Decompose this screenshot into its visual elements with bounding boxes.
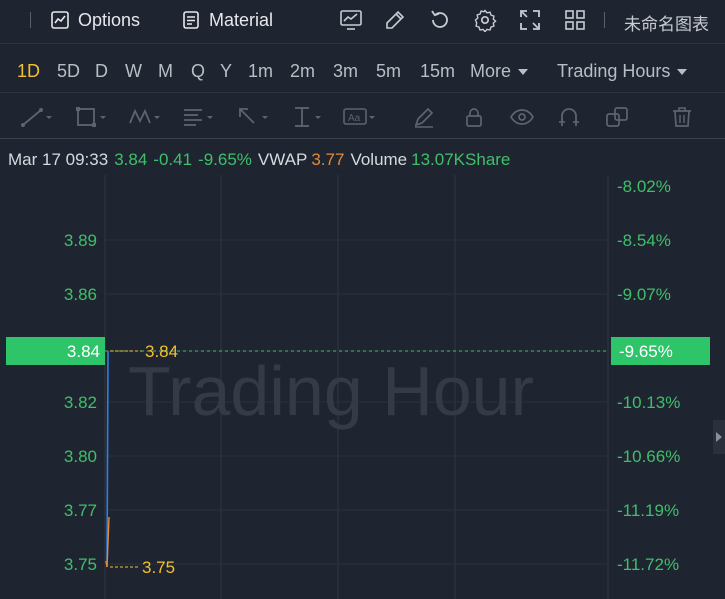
- expand-panel-handle[interactable]: [713, 420, 725, 454]
- top-toolbar: Options Material 未命名图表: [0, 0, 725, 44]
- y-axis-tick-label: 3.75: [64, 555, 97, 574]
- vwap-value: 3.77: [311, 150, 345, 169]
- y-axis-tick-label: 3.82: [64, 393, 97, 412]
- layout-grid-icon[interactable]: [563, 8, 587, 32]
- magnet-icon[interactable]: [557, 105, 581, 129]
- trading-hour-watermark: Trading Hour: [128, 352, 534, 430]
- interval-year[interactable]: Y: [220, 61, 232, 82]
- pencil-icon[interactable]: [412, 105, 436, 129]
- options-label: Options: [78, 9, 141, 30]
- options-chart-icon: [51, 11, 69, 29]
- chevron-down-icon: [518, 68, 529, 75]
- settings-gear-icon[interactable]: [473, 8, 497, 32]
- interval-quarter[interactable]: Q: [191, 61, 205, 82]
- y2-axis-tick-label: -11.72%: [617, 555, 679, 574]
- svg-text:Aa: Aa: [348, 113, 361, 124]
- current-price-badge-label: 3.84: [67, 342, 100, 361]
- lock-icon[interactable]: [462, 105, 486, 129]
- fibonacci-tool-icon[interactable]: [182, 105, 216, 129]
- layers-icon[interactable]: [605, 105, 629, 129]
- more-label: More: [470, 61, 512, 81]
- fullscreen-icon[interactable]: [518, 8, 542, 32]
- text-tool-icon[interactable]: Aa: [343, 105, 377, 129]
- more-intervals-dropdown[interactable]: More: [470, 61, 529, 82]
- quote-datetime: Mar 17 09:33: [8, 150, 109, 169]
- low-marker-label: 3.75: [142, 558, 175, 577]
- chart-template-name[interactable]: 未命名图表: [624, 10, 709, 35]
- drawing-toolbar: Aa: [0, 95, 725, 139]
- current-percent-badge-label: -9.65%: [619, 342, 673, 361]
- quote-change: -0.41: [153, 150, 193, 169]
- options-button[interactable]: Options: [50, 8, 140, 32]
- interval-1m[interactable]: 1m: [248, 61, 273, 82]
- trading-hours-label: Trading Hours: [557, 61, 671, 81]
- interval-5d[interactable]: 5D: [57, 61, 80, 82]
- interval-2m[interactable]: 2m: [290, 61, 315, 82]
- document-icon: [183, 11, 199, 29]
- quote-info-line: Mar 17 09:33 3.84 -0.41 -9.65% VWAP 3.77 Volum…: [8, 150, 516, 170]
- indicator-icon[interactable]: [339, 8, 363, 32]
- trading-hours-dropdown[interactable]: Trading Hours: [557, 61, 688, 82]
- y2-axis-tick-label: -11.19%: [617, 501, 679, 520]
- material-button[interactable]: Material: [181, 8, 273, 32]
- quote-change-percent: -9.65%: [198, 150, 252, 169]
- interval-week[interactable]: W: [125, 61, 142, 82]
- chart-canvas[interactable]: Trading Hour 3.89 3.86 3.82 3.80 3.77 3.75 3.8…: [0, 175, 725, 599]
- interval-bar: 1D 5D D W M Q Y 1m 2m 3m 5m 15m More Tra…: [0, 49, 725, 93]
- volume-label: Volume: [350, 150, 408, 169]
- measure-tool-icon[interactable]: [291, 105, 325, 129]
- trash-icon[interactable]: [670, 105, 694, 129]
- interval-day[interactable]: D: [95, 61, 108, 82]
- rectangle-tool-icon[interactable]: [75, 105, 109, 129]
- y2-axis-tick-label: -8.54%: [617, 231, 671, 250]
- interval-month[interactable]: M: [158, 61, 173, 82]
- trend-line-tool-icon[interactable]: [20, 105, 54, 129]
- y2-axis-tick-label: -10.66%: [617, 447, 680, 466]
- interval-1d[interactable]: 1D: [17, 61, 40, 82]
- vwap-label: VWAP: [257, 150, 308, 169]
- quote-price: 3.84: [114, 150, 148, 169]
- interval-3m[interactable]: 3m: [333, 61, 358, 82]
- toolbar-divider: [604, 12, 605, 28]
- arrow-tool-icon[interactable]: [237, 105, 271, 129]
- pattern-tool-icon[interactable]: [128, 105, 162, 129]
- interval-5m[interactable]: 5m: [376, 61, 401, 82]
- chevron-down-icon: [677, 68, 688, 75]
- refresh-icon[interactable]: [428, 8, 452, 32]
- eye-icon[interactable]: [509, 105, 535, 129]
- y2-axis-tick-label: -10.13%: [617, 393, 680, 412]
- y-axis-tick-label: 3.86: [64, 285, 97, 304]
- price-chart[interactable]: Trading Hour 3.89 3.86 3.82 3.80 3.77 3.75 3.8…: [0, 175, 725, 599]
- toolbar-divider: [30, 12, 31, 28]
- interval-15m[interactable]: 15m: [420, 61, 455, 82]
- y-axis-tick-label: 3.89: [64, 231, 97, 250]
- volume-value: 13.07KShare: [411, 150, 511, 169]
- y-axis-tick-label: 3.77: [64, 501, 97, 520]
- draw-edit-icon[interactable]: [383, 8, 407, 32]
- y-axis-tick-label: 3.80: [64, 447, 97, 466]
- material-label: Material: [209, 9, 274, 30]
- y2-axis-tick-label: -9.07%: [617, 285, 671, 304]
- y2-axis-tick-label: -8.02%: [617, 177, 671, 196]
- high-marker-label: 3.84: [145, 342, 178, 361]
